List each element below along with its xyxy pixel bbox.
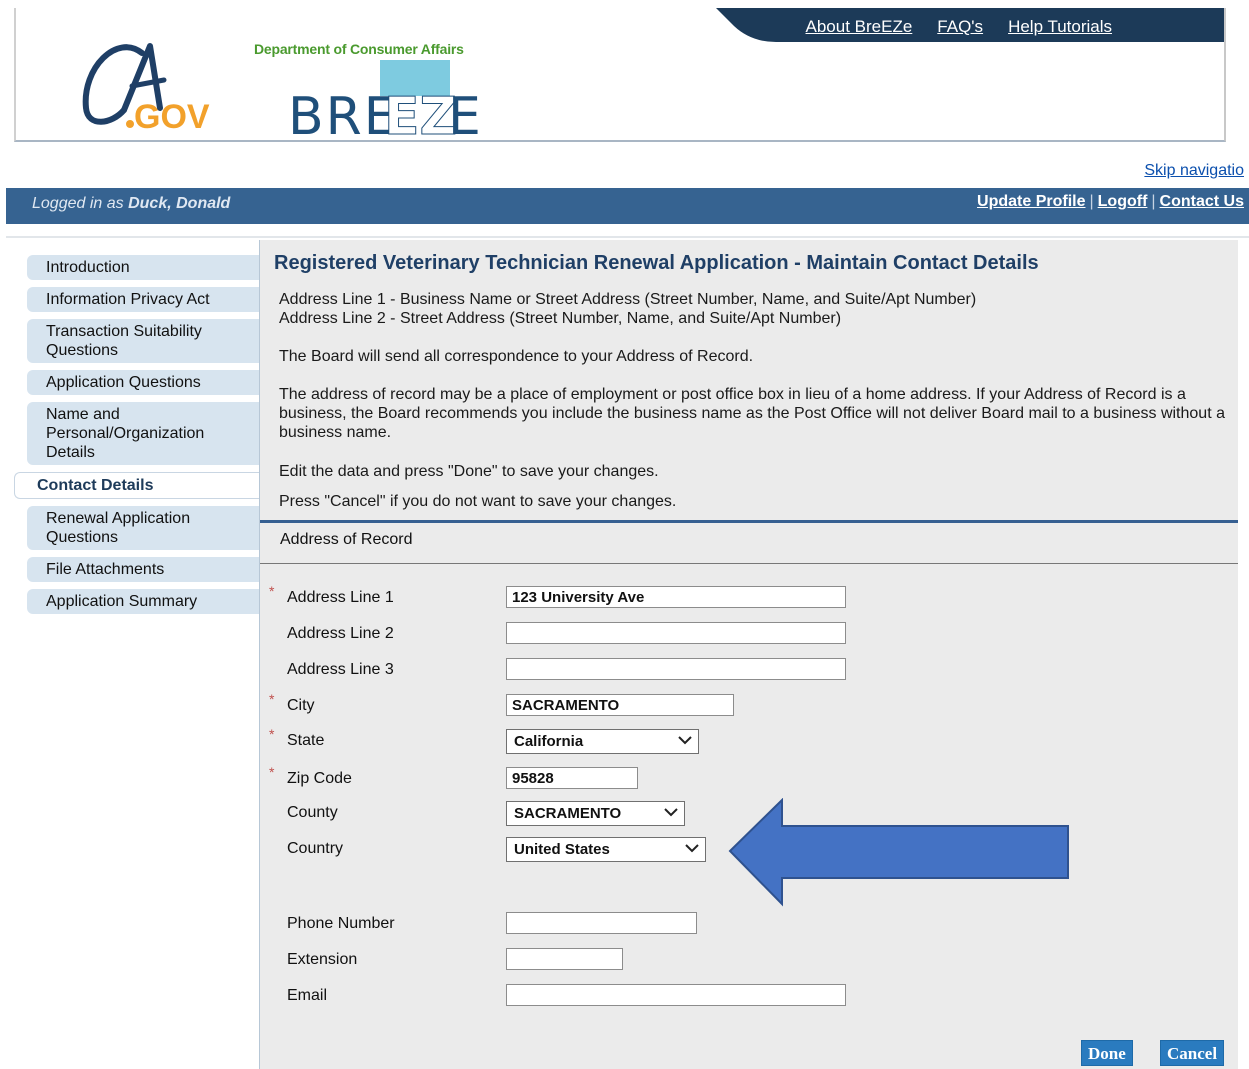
header-banner: GOV Department of Consumer Affairs BRE E… <box>14 8 1226 142</box>
divider <box>6 236 1249 238</box>
sidebar-item-application-summary[interactable]: Application Summary <box>27 589 260 614</box>
about-breeze-link[interactable]: About BreEZe <box>806 17 913 37</box>
main-content: Registered Veterinary Technician Renewal… <box>259 240 1238 1069</box>
address-line3-label: Address Line 3 <box>287 661 394 678</box>
email-label: Email <box>287 987 328 1004</box>
address-line2-row: Address Line 2 <box>260 622 1238 648</box>
svg-text:EZ: EZ <box>384 87 457 138</box>
separator: | <box>1089 193 1094 210</box>
sidebar-item-personal-details[interactable]: Name and Personal/Organization Details <box>27 402 260 465</box>
sidebar-item-introduction[interactable]: Introduction <box>27 255 260 280</box>
state-select[interactable]: California <box>506 729 699 754</box>
county-value: SACRAMENTO <box>514 805 622 822</box>
instruction-edit: Edit the data and press "Done" to save y… <box>279 463 659 480</box>
phone-label: Phone Number <box>287 915 395 932</box>
instruction-address-record: The address of record may be a place of … <box>279 386 1225 441</box>
zip-label: Zip Code <box>287 770 352 787</box>
logged-in-text: Logged in as Duck, Donald <box>32 195 230 213</box>
section-title: Address of Record <box>280 531 413 548</box>
section-divider <box>260 563 1238 564</box>
chevron-down-icon <box>685 844 699 853</box>
breeze-logo: BRE EZ E <box>288 60 478 138</box>
zip-row: * Zip Code 95828 <box>260 764 1238 793</box>
address-line1-input[interactable]: 123 University Ave <box>506 586 846 608</box>
country-label: Country <box>287 840 344 857</box>
city-input[interactable]: SACRAMENTO <box>506 694 734 716</box>
skip-navigation-link[interactable]: Skip navigatio <box>1144 162 1244 180</box>
chevron-down-icon <box>678 736 692 745</box>
required-marker: * <box>269 583 275 599</box>
extension-input[interactable] <box>506 948 623 970</box>
address-line1-label: Address Line 1 <box>287 589 394 606</box>
sidebar-item-information-privacy-act[interactable]: Information Privacy Act <box>27 287 260 312</box>
user-name: Duck, Donald <box>128 195 231 212</box>
logoff-link[interactable]: Logoff <box>1098 193 1148 210</box>
state-label: State <box>287 732 325 749</box>
email-row: Email <box>260 984 1238 1010</box>
account-links: Update Profile | Logoff | Contact Us <box>977 193 1244 211</box>
phone-input[interactable] <box>506 912 697 934</box>
email-input[interactable] <box>506 984 846 1006</box>
logged-in-prefix: Logged in as <box>32 195 124 212</box>
dept-name: Department of Consumer Affairs <box>254 41 464 57</box>
phone-row: Phone Number <box>260 912 1238 938</box>
address-line3-input[interactable] <box>506 658 846 680</box>
done-button[interactable]: Done <box>1081 1040 1133 1066</box>
instruction-address-line2: Address Line 2 - Street Address (Street … <box>279 310 842 327</box>
instruction-cancel: Press "Cancel" if you do not want to sav… <box>279 493 677 510</box>
address-line3-row: Address Line 3 <box>260 658 1238 684</box>
country-select[interactable]: United States <box>506 837 706 862</box>
header-links: About BreEZe FAQ's Help Tutorials <box>806 17 1112 37</box>
section-divider <box>260 520 1238 523</box>
help-tutorials-link[interactable]: Help Tutorials <box>1008 17 1112 37</box>
extension-row: Extension <box>260 948 1238 974</box>
svg-text:E: E <box>448 87 478 138</box>
sidebar-item-renewal-questions[interactable]: Renewal Application Questions <box>27 506 260 550</box>
zip-input[interactable]: 95828 <box>506 767 638 789</box>
login-bar: Logged in as Duck, Donald Update Profile… <box>6 188 1249 224</box>
address-line1-row: * Address Line 1 123 University Ave <box>260 583 1238 612</box>
required-marker: * <box>269 764 275 780</box>
required-marker: * <box>269 726 275 742</box>
contact-us-link[interactable]: Contact Us <box>1160 193 1244 210</box>
faq-link[interactable]: FAQ's <box>937 17 983 37</box>
annotation-arrow-icon <box>728 798 1069 907</box>
sidebar-item-application-questions[interactable]: Application Questions <box>27 370 260 395</box>
ca-gov-logo: GOV <box>82 43 210 136</box>
chevron-down-icon <box>664 808 678 817</box>
svg-text:BRE: BRE <box>288 87 399 138</box>
address-line2-label: Address Line 2 <box>287 625 394 642</box>
sidebar-item-transaction-suitability[interactable]: Transaction Suitability Questions <box>27 319 260 363</box>
extension-label: Extension <box>287 951 358 968</box>
city-label: City <box>287 697 315 714</box>
address-line2-input[interactable] <box>506 622 846 644</box>
country-value: United States <box>514 841 610 858</box>
county-label: County <box>287 804 338 821</box>
city-row: * City SACRAMENTO <box>260 691 1238 720</box>
separator: | <box>1151 193 1156 210</box>
instruction-correspondence: The Board will send all correspondence t… <box>279 348 754 365</box>
sidebar-item-contact-details[interactable]: Contact Details <box>14 472 260 499</box>
instruction-address-line1: Address Line 1 - Business Name or Street… <box>279 291 977 308</box>
required-marker: * <box>269 691 275 707</box>
update-profile-link[interactable]: Update Profile <box>977 193 1085 210</box>
svg-text:GOV: GOV <box>134 98 210 136</box>
state-row: * State California <box>260 726 1238 755</box>
state-value: California <box>514 733 584 750</box>
county-select[interactable]: SACRAMENTO <box>506 801 685 826</box>
cancel-button[interactable]: Cancel <box>1160 1040 1225 1066</box>
sidebar-item-file-attachments[interactable]: File Attachments <box>27 557 260 582</box>
sidebar-nav: Introduction Information Privacy Act Tra… <box>14 255 260 621</box>
page-title: Registered Veterinary Technician Renewal… <box>274 252 1039 274</box>
